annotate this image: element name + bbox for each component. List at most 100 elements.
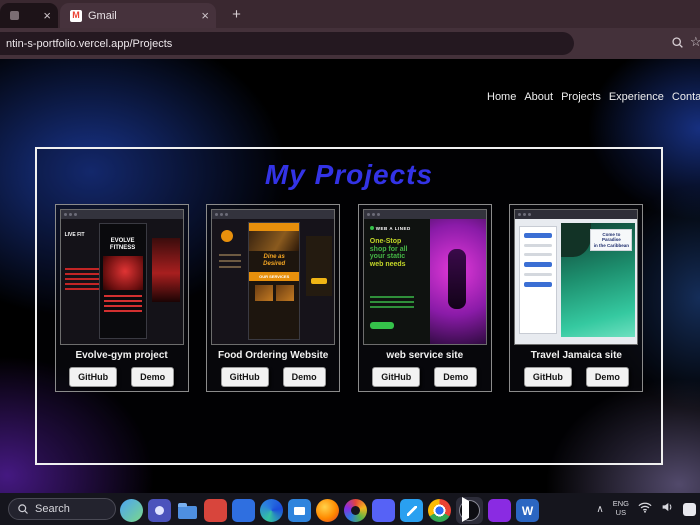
demo-button[interactable]: Demo xyxy=(131,367,175,387)
project-thumbnail: Come to Paradise in the Caribbean xyxy=(514,209,639,345)
card-buttons: GitHub Demo xyxy=(363,367,487,387)
decor-text-lines xyxy=(369,296,414,311)
project-name: Travel Jamaica site xyxy=(530,350,622,361)
gmail-favicon: M xyxy=(70,9,82,22)
nav-item-contact[interactable]: Contact xyxy=(672,91,700,103)
thumb-tagline: Dine as Desired xyxy=(263,254,286,267)
discord-icon[interactable] xyxy=(372,499,395,522)
search-label: Search xyxy=(35,503,70,515)
active-app-slot xyxy=(456,497,483,524)
tab-close-icon[interactable]: × xyxy=(43,9,51,22)
word-icon[interactable]: W xyxy=(516,499,539,522)
project-thumbnail: WEB A LINED One-Stop shop for all your s… xyxy=(362,209,487,345)
new-tab-button[interactable]: + xyxy=(228,6,245,23)
thumb-services-bar: OUR SERVICES xyxy=(249,272,300,282)
site-nav: Home About Projects Experience Contact xyxy=(487,91,700,103)
card-buttons: GitHub Demo xyxy=(211,367,335,387)
phone-mockup: Dine as Desired OUR SERVICES xyxy=(248,222,301,340)
thumb-browser-strip xyxy=(60,210,183,219)
nav-item-experience[interactable]: Experience xyxy=(609,91,664,103)
chrome-icon[interactable] xyxy=(428,499,451,522)
bookmark-star-icon[interactable]: ☆ xyxy=(690,34,700,50)
thumb-ocean-image: Come to Paradise in the Caribbean xyxy=(561,223,636,337)
decor-text-lines xyxy=(64,268,99,293)
taskbar-search[interactable]: Search xyxy=(8,498,116,520)
search-icon xyxy=(18,504,28,514)
github-button[interactable]: GitHub xyxy=(372,367,421,387)
project-card-travel-jamaica: Come to Paradise in the Caribbean Travel… xyxy=(509,204,644,392)
thumb-side-image xyxy=(151,238,180,302)
volume-icon[interactable] xyxy=(661,500,674,518)
nav-item-home[interactable]: Home xyxy=(487,91,516,103)
thumb-hero-image xyxy=(102,255,143,290)
vscode-icon[interactable] xyxy=(400,499,423,522)
github-button[interactable]: GitHub xyxy=(523,367,572,387)
tab-title: Gmail xyxy=(88,9,117,22)
store-icon[interactable] xyxy=(288,499,311,522)
decor-button xyxy=(311,278,328,284)
screen: × M Gmail × + ntin-s-portfolio.vercel.ap… xyxy=(0,0,700,525)
blue-app-icon[interactable] xyxy=(232,499,255,522)
tab-close-icon[interactable]: × xyxy=(201,9,209,22)
wifi-icon[interactable] xyxy=(638,500,652,518)
project-name: Food Ordering Website xyxy=(217,350,329,361)
thumb-hero-image xyxy=(249,231,300,251)
teams-icon[interactable] xyxy=(148,499,171,522)
project-name: Evolve-gym project xyxy=(75,350,168,361)
decor-text-lines xyxy=(103,294,142,312)
demo-button[interactable]: Demo xyxy=(282,367,326,387)
browser-tab-active[interactable]: × xyxy=(0,3,58,28)
decor-logo-circle xyxy=(221,230,234,242)
phone-mockup: EVOLVE FITNESS xyxy=(98,223,147,339)
project-card-web-service: WEB A LINED One-Stop shop for all your s… xyxy=(357,204,492,392)
language-indicator[interactable]: ENG US xyxy=(613,500,629,517)
taskbar: Search W ∧ ENG US xyxy=(0,493,700,525)
project-card-food-ordering: Dine as Desired OUR SERVICES Food Orderi… xyxy=(206,204,341,392)
file-explorer-icon[interactable] xyxy=(176,499,199,522)
thumb-neon-image xyxy=(429,219,486,344)
thumb-headline: Come to Paradise in the Caribbean xyxy=(590,229,633,252)
nav-item-about[interactable]: About xyxy=(524,91,553,103)
github-button[interactable]: GitHub xyxy=(220,367,269,387)
github-button[interactable]: GitHub xyxy=(69,367,118,387)
thumb-side-panel xyxy=(306,236,333,296)
thumb-brand: EVOLVE FITNESS xyxy=(109,238,136,251)
purple-app-icon[interactable] xyxy=(488,499,511,522)
url-bar[interactable]: ntin-s-portfolio.vercel.app/Projects xyxy=(0,32,574,55)
project-thumbnail: LIVE FIT EVOLVE FITNESS xyxy=(59,209,184,345)
project-cards-row: LIVE FIT EVOLVE FITNESS Evolve-gym proje… xyxy=(37,204,661,392)
thumb-food-tiles xyxy=(249,285,299,302)
site-favicon xyxy=(10,11,19,20)
firefox-icon[interactable] xyxy=(316,499,339,522)
thumb-header-bar xyxy=(249,223,300,231)
system-tray: ∧ ENG US xyxy=(596,493,696,525)
thumb-side-text: LIVE FIT xyxy=(64,232,85,238)
thumb-browser-strip xyxy=(515,210,638,219)
project-name: web service site xyxy=(386,350,464,361)
demo-button[interactable]: Demo xyxy=(434,367,478,387)
projects-container: My Projects LIVE FIT EVOLVE FITNESS Evol… xyxy=(35,147,663,465)
url-text: ntin-s-portfolio.vercel.app/Projects xyxy=(6,37,173,50)
red-app-icon[interactable] xyxy=(204,499,227,522)
chevron-up-icon[interactable]: ∧ xyxy=(596,504,603,515)
thumb-brand: WEB A LINED xyxy=(370,226,411,231)
media-player-icon[interactable] xyxy=(459,500,480,521)
project-thumbnail: Dine as Desired OUR SERVICES xyxy=(211,209,336,345)
nav-item-projects[interactable]: Projects xyxy=(561,91,601,103)
edge-icon[interactable] xyxy=(260,499,283,522)
photos-icon[interactable] xyxy=(344,499,367,522)
thumb-browser-strip xyxy=(363,210,486,219)
notification-icon[interactable] xyxy=(683,502,696,516)
card-buttons: GitHub Demo xyxy=(514,367,638,387)
browser-tab-gmail[interactable]: M Gmail × xyxy=(60,3,216,28)
taskbar-app-icons: W xyxy=(120,497,539,524)
project-card-evolve-gym: LIVE FIT EVOLVE FITNESS Evolve-gym proje… xyxy=(54,204,189,392)
zoom-icon[interactable] xyxy=(671,36,684,54)
card-buttons: GitHub Demo xyxy=(60,367,184,387)
thumb-side-panel xyxy=(519,226,558,334)
browser-toolbar: ntin-s-portfolio.vercel.app/Projects ☆ xyxy=(0,28,700,59)
widgets-icon[interactable] xyxy=(120,499,143,522)
browser-tab-strip: × M Gmail × + xyxy=(0,0,700,28)
thumb-headline: One-Stop shop for all your static web ne… xyxy=(369,238,408,269)
demo-button[interactable]: Demo xyxy=(585,367,629,387)
